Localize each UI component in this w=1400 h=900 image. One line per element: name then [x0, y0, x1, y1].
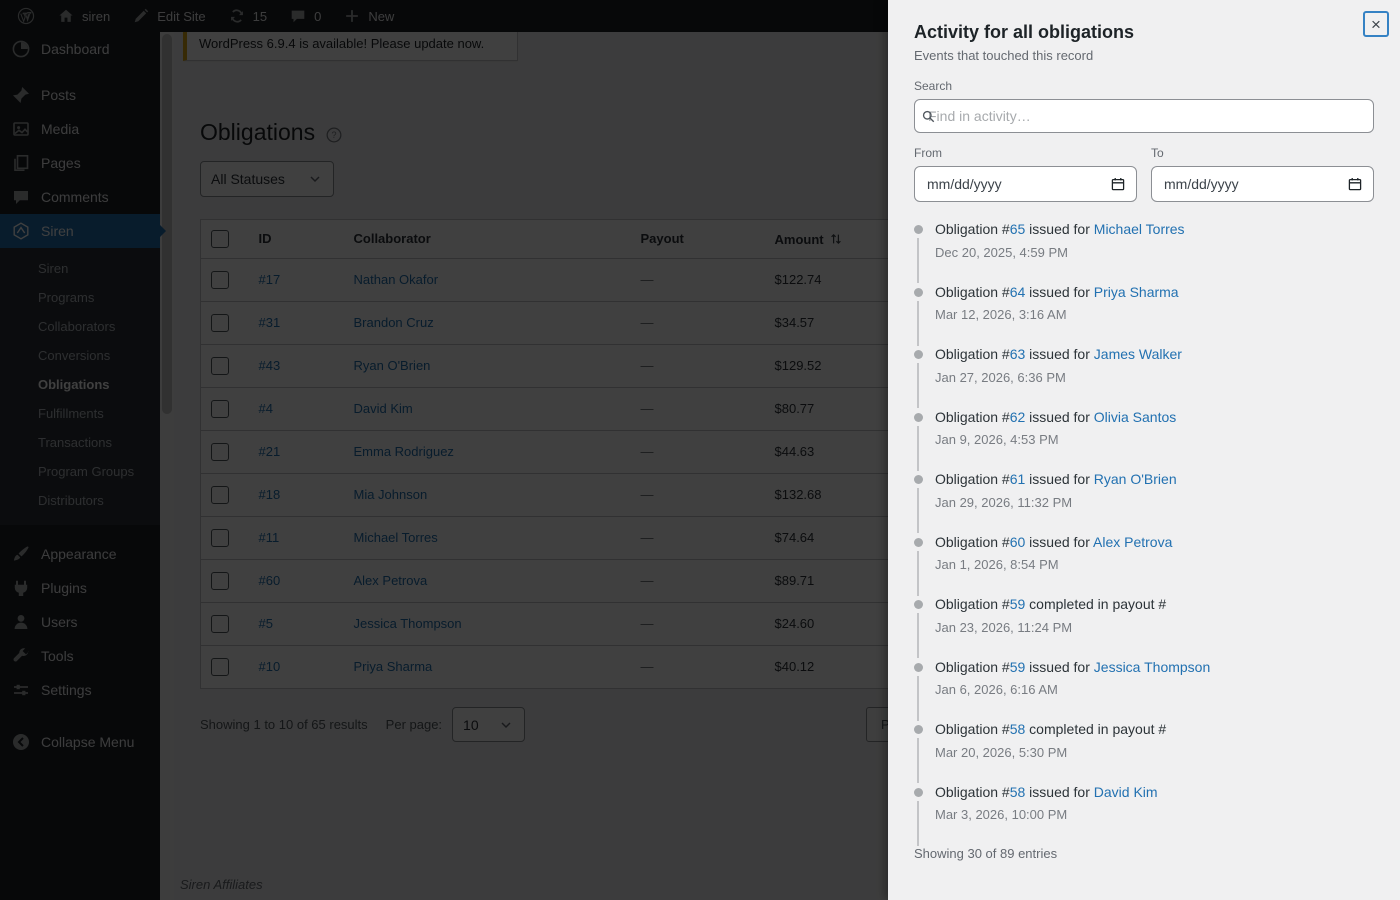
search-label: Search [914, 79, 1374, 93]
activity-prefix: Obligation # [935, 221, 1010, 237]
activity-action: completed in payout # [1025, 596, 1166, 612]
obligation-number-link[interactable]: 60 [1010, 534, 1026, 550]
activity-action: issued for [1025, 784, 1093, 800]
collaborator-link[interactable]: David Kim [1094, 784, 1158, 800]
from-label: From [914, 146, 1137, 160]
activity-timestamp: Jan 27, 2026, 6:36 PM [935, 370, 1374, 385]
activity-drawer: × Activity for all obligations Events th… [888, 0, 1400, 900]
collaborator-link[interactable]: Priya Sharma [1094, 284, 1179, 300]
activity-item: Obligation #60 issued for Alex Petrova Ja… [914, 534, 1374, 573]
timeline-dot-icon [914, 600, 923, 609]
timeline-dot-icon [914, 663, 923, 672]
obligation-number-link[interactable]: 59 [1010, 659, 1026, 675]
activity-item: Obligation #62 issued for Olivia Santos J… [914, 409, 1374, 448]
activity-title: Obligation #58 completed in payout # [935, 721, 1374, 739]
close-button[interactable]: × [1363, 11, 1389, 37]
from-date-input[interactable]: mm/dd/yyyy [914, 166, 1137, 202]
activity-title: Obligation #61 issued for Ryan O'Brien [935, 471, 1374, 489]
obligation-number-link[interactable]: 58 [1010, 784, 1026, 800]
collaborator-link[interactable]: Ryan O'Brien [1094, 471, 1177, 487]
obligation-number-link[interactable]: 59 [1010, 596, 1026, 612]
activity-item: Obligation #61 issued for Ryan O'Brien Ja… [914, 471, 1374, 510]
timeline-dot-icon [914, 788, 923, 797]
timeline-dot-icon [914, 725, 923, 734]
activity-prefix: Obligation # [935, 596, 1010, 612]
drawer-subtitle: Events that touched this record [914, 48, 1374, 63]
activity-prefix: Obligation # [935, 284, 1010, 300]
collaborator-link[interactable]: Jessica Thompson [1094, 659, 1210, 675]
activity-title: Obligation #65 issued for Michael Torres [935, 221, 1374, 239]
activity-timestamp: Jan 23, 2026, 11:24 PM [935, 620, 1374, 635]
activity-action: completed in payout # [1025, 721, 1166, 737]
activity-item: Obligation #63 issued for James WalkerJa… [914, 346, 1374, 385]
activity-timestamp: Mar 20, 2026, 5:30 PM [935, 745, 1374, 760]
activity-title: Obligation #58 issued for David Kim [935, 784, 1374, 802]
activity-item: Obligation #58 issued for David Kim Mar 3… [914, 784, 1374, 823]
activity-action: issued for [1025, 284, 1093, 300]
entries-summary: Showing 30 of 89 entries [914, 846, 1374, 861]
collaborator-link[interactable]: Alex Petrova [1093, 534, 1172, 550]
activity-action: issued for [1025, 471, 1093, 487]
drawer-title: Activity for all obligations [914, 22, 1374, 43]
activity-timestamp: Mar 3, 2026, 10:00 PM [935, 807, 1374, 822]
activity-timestamp: Jan 6, 2026, 6:16 AM [935, 682, 1374, 697]
activity-title: Obligation #59 completed in payout # [935, 596, 1374, 614]
activity-prefix: Obligation # [935, 659, 1010, 675]
timeline-dot-icon [914, 475, 923, 484]
activity-item: Obligation #58 completed in payout # Mar … [914, 721, 1374, 760]
calendar-icon[interactable] [1110, 176, 1126, 192]
collaborator-link[interactable]: James Walker [1094, 346, 1182, 362]
timeline-dot-icon [914, 225, 923, 234]
timeline-dot-icon [914, 350, 923, 359]
activity-action: issued for [1025, 659, 1093, 675]
activity-timestamp: Dec 20, 2025, 4:59 PM [935, 245, 1374, 260]
activity-timestamp: Jan 29, 2026, 11:32 PM [935, 495, 1374, 510]
obligation-number-link[interactable]: 62 [1010, 409, 1026, 425]
activity-prefix: Obligation # [935, 721, 1010, 737]
activity-prefix: Obligation # [935, 346, 1010, 362]
activity-timestamp: Jan 1, 2026, 8:54 PM [935, 557, 1374, 572]
timeline-dot-icon [914, 538, 923, 547]
timeline-dot-icon [914, 288, 923, 297]
activity-prefix: Obligation # [935, 471, 1010, 487]
activity-item: Obligation #59 completed in payout # Jan … [914, 596, 1374, 635]
obligation-number-link[interactable]: 65 [1010, 221, 1026, 237]
from-date-value: mm/dd/yyyy [927, 176, 1002, 192]
activity-prefix: Obligation # [935, 534, 1010, 550]
activity-title: Obligation #63 issued for James Walker [935, 346, 1374, 364]
to-date-input[interactable]: mm/dd/yyyy [1151, 166, 1374, 202]
activity-title: Obligation #60 issued for Alex Petrova [935, 534, 1374, 552]
activity-title: Obligation #64 issued for Priya Sharma [935, 284, 1374, 302]
collaborator-link[interactable]: Michael Torres [1094, 221, 1185, 237]
search-input[interactable] [914, 99, 1374, 133]
activity-item: Obligation #65 issued for Michael Torres… [914, 221, 1374, 260]
close-icon: × [1371, 16, 1381, 33]
calendar-icon[interactable] [1347, 176, 1363, 192]
obligation-number-link[interactable]: 61 [1010, 471, 1026, 487]
activity-action: issued for [1025, 346, 1093, 362]
activity-prefix: Obligation # [935, 409, 1010, 425]
activity-item: Obligation #59 issued for Jessica Thomps… [914, 659, 1374, 698]
activity-action: issued for [1025, 534, 1093, 550]
obligation-number-link[interactable]: 58 [1010, 721, 1026, 737]
activity-title: Obligation #59 issued for Jessica Thomps… [935, 659, 1374, 677]
activity-timeline: Obligation #65 issued for Michael Torres… [914, 221, 1374, 822]
activity-action: issued for [1025, 409, 1093, 425]
activity-title: Obligation #62 issued for Olivia Santos [935, 409, 1374, 427]
timeline-dot-icon [914, 413, 923, 422]
obligation-number-link[interactable]: 64 [1010, 284, 1026, 300]
to-label: To [1151, 146, 1374, 160]
activity-prefix: Obligation # [935, 784, 1010, 800]
activity-timestamp: Jan 9, 2026, 4:53 PM [935, 432, 1374, 447]
activity-item: Obligation #64 issued for Priya Sharma Ma… [914, 284, 1374, 323]
activity-timestamp: Mar 12, 2026, 3:16 AM [935, 307, 1374, 322]
collaborator-link[interactable]: Olivia Santos [1094, 409, 1176, 425]
activity-action: issued for [1025, 221, 1093, 237]
obligation-number-link[interactable]: 63 [1010, 346, 1026, 362]
to-date-value: mm/dd/yyyy [1164, 176, 1239, 192]
